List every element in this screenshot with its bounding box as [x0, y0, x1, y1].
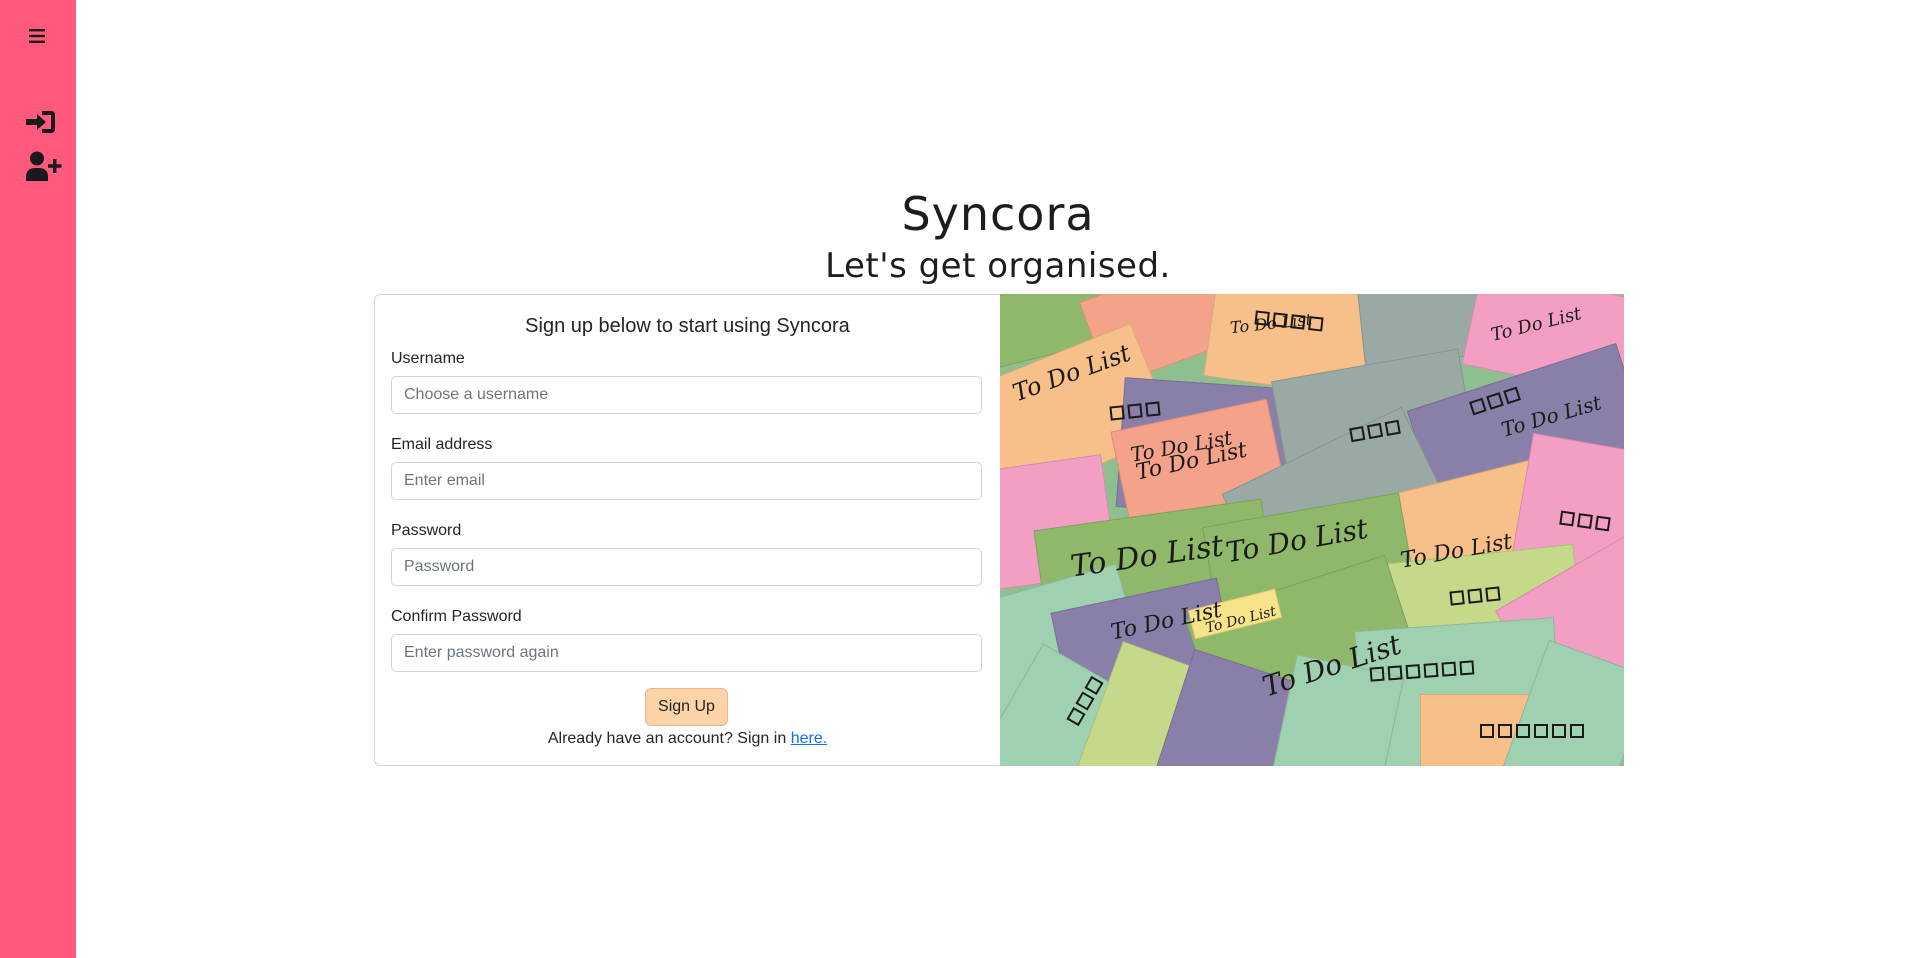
- user-plus-icon: [26, 151, 62, 181]
- password-label: Password: [391, 522, 462, 539]
- sign-up-button[interactable]: [26, 150, 62, 182]
- confirm-password-input[interactable]: [391, 634, 982, 672]
- form-title: Sign up below to start using Syncora: [525, 315, 850, 337]
- email-input[interactable]: [391, 462, 982, 500]
- sign-in-icon: [26, 111, 55, 133]
- app-title: Syncora: [901, 187, 1095, 241]
- sign-in-button[interactable]: [26, 108, 56, 136]
- username-label: Username: [391, 350, 465, 367]
- signin-prompt-text: Already have an account? Sign in: [547, 730, 787, 747]
- signup-card: Sign up below to start using Syncora Use…: [374, 294, 1000, 766]
- app-subtitle: Let's get organised.: [825, 246, 1171, 286]
- signin-link[interactable]: here.: [791, 730, 827, 747]
- sidebar: [0, 0, 76, 958]
- username-input[interactable]: [391, 376, 982, 414]
- password-input[interactable]: [391, 548, 982, 586]
- bars-icon: [29, 29, 45, 43]
- signup-submit-button[interactable]: Sign Up: [645, 688, 728, 726]
- email-label: Email address: [391, 436, 493, 453]
- todo-notes-image: To Do List To Do List To Do List To Do L…: [1000, 294, 1624, 766]
- menu-toggle-button[interactable]: [26, 26, 48, 46]
- confirm-password-label: Confirm Password: [391, 608, 522, 625]
- signin-prompt-row: Already have an account? Sign in here.: [375, 727, 1000, 751]
